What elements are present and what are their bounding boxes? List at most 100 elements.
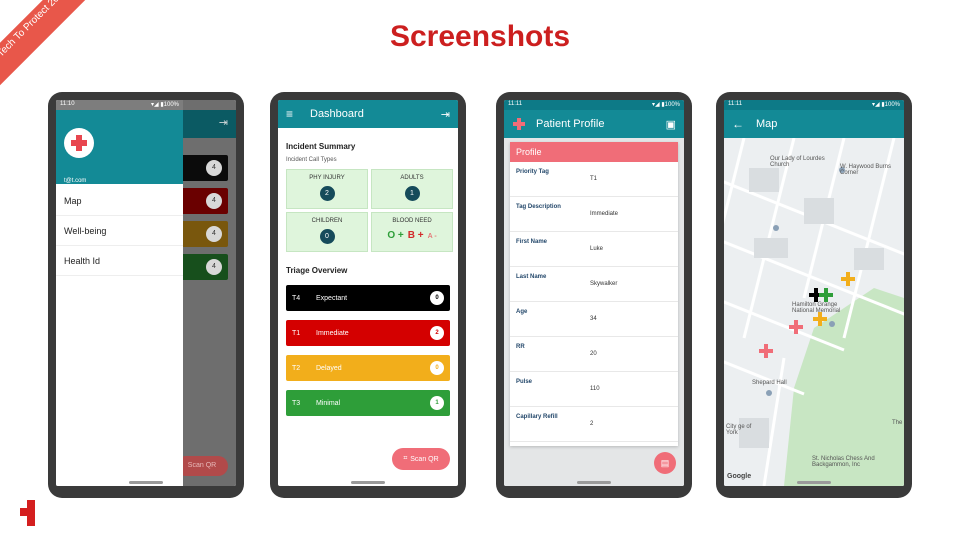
triage-row-immediate[interactable]: T1 Immediate 2 (286, 320, 450, 346)
status-icons: ▾◢ ▮100% (652, 102, 680, 108)
profile-row: Pulse 110 (510, 372, 678, 407)
field-label: Tag Description (516, 204, 561, 210)
save-icon[interactable]: ▣ (666, 118, 676, 131)
cell-phy-injury[interactable]: PHY INJURY 2 (286, 169, 368, 209)
cell-children[interactable]: CHILDREN 0 (286, 212, 368, 252)
dimmed-scan-qr-button: Scan QR (176, 456, 228, 476)
field-value[interactable]: Luke (590, 232, 603, 266)
status-bar: 11:11 ▾◢ ▮100% (724, 100, 904, 110)
incident-call-types-subheading: Incident Call Types (286, 157, 337, 163)
home-indicator (351, 481, 385, 484)
menu-icon[interactable]: ≡ (286, 107, 300, 121)
profile-row: RR 20 (510, 337, 678, 372)
home-indicator (577, 481, 611, 484)
dimmed-badge: 4 (206, 193, 222, 209)
cell-label: PHY INJURY (309, 175, 345, 181)
field-label: Last Name (516, 274, 547, 280)
triage-code: T3 (292, 399, 301, 407)
cell-label: ADULTS (400, 175, 424, 181)
blood-type-b-positive: B + (407, 230, 424, 241)
screen-dashboard: ≡ Dashboard ⇥ Incident Summary Incident … (278, 100, 458, 486)
triage-label: Delayed (316, 364, 342, 372)
home-indicator (129, 481, 163, 484)
map-label-the: The (892, 420, 903, 426)
dimmed-row-delayed: 4 (176, 221, 228, 247)
appbar: ← Map (724, 110, 904, 138)
profile-row: Age 34 (510, 302, 678, 337)
logout-icon: ⇥ (218, 117, 228, 129)
field-value[interactable]: 34 (590, 302, 597, 336)
appbar: Patient Profile ▣ (504, 110, 684, 138)
save-fab-button[interactable]: ▤ (654, 452, 676, 474)
drawer-item-well-being[interactable]: Well-being (56, 216, 183, 246)
navigation-drawer: 11:10 ▾◢ ▮100% t@t.com Map Well-being Hea… (56, 100, 183, 486)
triage-row-delayed[interactable]: T2 Delayed 0 (286, 355, 450, 381)
screen-drawer: ⇥ 4 4 4 4 Scan QR 11:10 ▾◢ ▮100% t@t.com … (56, 100, 236, 486)
screen-patient-profile: 11:11 ▾◢ ▮100% Patient Profile ▣ Profile … (504, 100, 684, 486)
phone-patient-profile: 11:11 ▾◢ ▮100% Patient Profile ▣ Profile … (496, 92, 692, 498)
blood-type-a-negative: A - (427, 233, 437, 240)
status-bar: 11:10 ▾◢ ▮100% (56, 100, 183, 110)
field-value[interactable]: 20 (590, 337, 597, 371)
drawer-header: t@t.com (56, 110, 183, 184)
status-icons: ▾◢ ▮100% (872, 102, 900, 108)
triage-label: Minimal (316, 399, 341, 407)
dimmed-badge: 4 (206, 160, 222, 176)
dimmed-row-expectant: 4 (176, 155, 228, 181)
appbar-title: Patient Profile (536, 118, 605, 130)
slide-title: Screenshots (389, 20, 571, 53)
google-logo: Google (727, 473, 752, 480)
triage-code: T1 (292, 329, 301, 337)
field-value[interactable]: 110 (590, 372, 600, 406)
logout-icon[interactable]: ⇥ (441, 108, 450, 121)
profile-row: Last Name Skywalker (510, 267, 678, 302)
field-label: Age (516, 309, 528, 315)
cell-blood-need[interactable]: BLOOD NEED O + B + A - (371, 212, 453, 252)
triage-row-expectant[interactable]: T4 Expectant 0 (286, 285, 450, 311)
phone-dashboard: ≡ Dashboard ⇥ Incident Summary Incident … (270, 92, 466, 498)
dimmed-badge: 4 (206, 259, 222, 275)
cell-adults[interactable]: ADULTS 1 (371, 169, 453, 209)
triage-count-badge: 2 (430, 326, 444, 340)
triage-row-minimal[interactable]: T3 Minimal 1 (286, 390, 450, 416)
cell-label: CHILDREN (311, 218, 343, 224)
status-icons: ▾◢ ▮100% (151, 102, 179, 108)
profile-row: Tag Description Immediate (510, 197, 678, 232)
field-label: First Name (516, 239, 548, 245)
drawer-item-map[interactable]: Map (56, 186, 183, 216)
triage-count-badge: 1 (430, 396, 444, 410)
appbar-title: Dashboard (310, 108, 364, 120)
dimmed-badge: 4 (206, 226, 222, 242)
drawer-item-health-id[interactable]: Health Id (56, 246, 183, 276)
dashboard-body: Incident Summary Incident Call Types PHY… (278, 128, 458, 424)
map-label-haywood: W. Haywood Burns Corner (840, 164, 892, 176)
dimmed-row-minimal: 4 (176, 254, 228, 280)
qr-icon: ⌗ (403, 455, 408, 462)
incident-summary-heading: Incident Summary (286, 142, 356, 151)
profile-row: Priority Tag T1 (510, 162, 678, 197)
back-arrow-icon[interactable]: ← (732, 117, 746, 131)
map-label-church: Our Lady of Lourdes Church (770, 156, 825, 168)
field-value[interactable]: T1 (590, 162, 597, 196)
field-value[interactable]: Immediate (590, 197, 618, 231)
triage-count-badge: 0 (430, 361, 444, 375)
map-view[interactable]: Our Lady of Lourdes Church W. Haywood Bu… (724, 138, 904, 486)
triage-count-badge: 0 (430, 291, 444, 305)
map-label-hamilton: Hamilton Grange National Memorial (792, 302, 841, 314)
cell-label: BLOOD NEED (392, 218, 432, 224)
screen-map: 11:11 ▾◢ ▮100% ← Map Our Lady of Lourdes… (724, 100, 904, 486)
user-email: t@t.com (64, 178, 87, 184)
field-value[interactable]: 2 (590, 407, 593, 441)
red-cross-logo-icon (20, 500, 42, 526)
profile-row: Capillary Refill 2 (510, 407, 678, 442)
status-bar: 11:11 ▾◢ ▮100% (504, 100, 684, 110)
scan-qr-button[interactable]: ⌗ Scan QR (392, 448, 450, 470)
phone-navigation-drawer: ⇥ 4 4 4 4 Scan QR 11:10 ▾◢ ▮100% t@t.com … (48, 92, 244, 498)
profile-row: First Name Luke (510, 232, 678, 267)
profile-card-title: Profile (510, 142, 678, 162)
home-indicator (797, 481, 831, 484)
blood-type-o-positive: O + (387, 230, 404, 241)
status-time: 11:11 (728, 101, 743, 107)
triage-label: Immediate (316, 329, 349, 337)
field-value[interactable]: Skywalker (590, 267, 617, 301)
